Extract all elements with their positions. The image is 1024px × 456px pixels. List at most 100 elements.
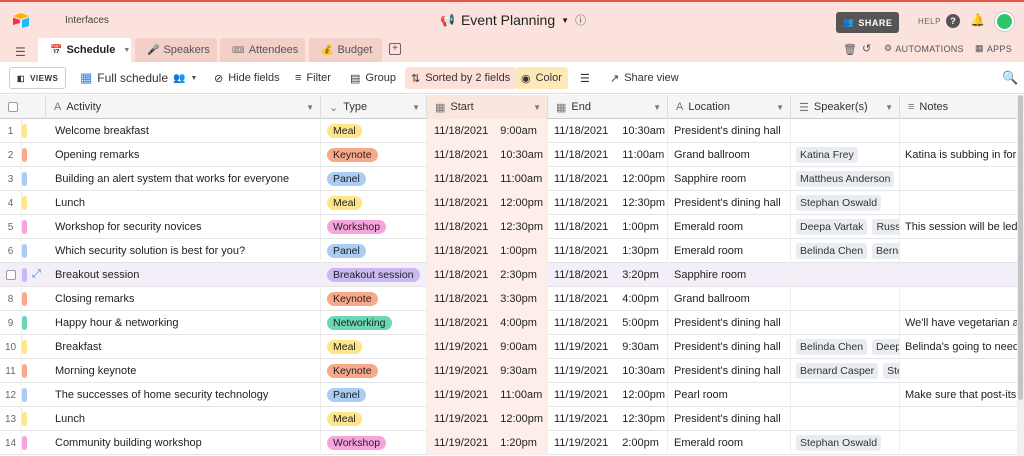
notes-cell[interactable] (900, 431, 1024, 455)
notes-cell[interactable]: We'll have vegetarian and p (900, 311, 1024, 335)
end-cell[interactable]: 11/19/2021 10:30am (548, 359, 668, 383)
speakers-cell[interactable]: Mattheus Anderson (791, 167, 900, 191)
table-row[interactable]: 11 Morning keynote Keynote 11/19/2021 9:… (0, 359, 1024, 383)
type-cell[interactable]: Workshop (321, 431, 427, 455)
start-cell[interactable]: 11/19/2021 11:00am (427, 383, 548, 407)
info-icon[interactable]: ⓘ (575, 12, 586, 28)
speaker-chip[interactable]: Bernard (872, 243, 899, 259)
speakers-cell[interactable] (791, 263, 900, 287)
notes-cell[interactable] (900, 359, 1024, 383)
notes-cell[interactable] (900, 167, 1024, 191)
end-cell[interactable]: 11/19/2021 2:00pm (548, 431, 668, 455)
notes-cell[interactable]: Belinda's going to need a p (900, 335, 1024, 359)
type-cell[interactable]: Meal (321, 335, 427, 359)
row-height-button[interactable]: ☰ (574, 67, 596, 89)
vertical-scrollbar[interactable] (1017, 95, 1024, 456)
add-table-button[interactable]: + (389, 43, 401, 55)
type-cell[interactable]: Panel (321, 167, 427, 191)
speaker-chip[interactable]: Stephan Oswald (796, 435, 882, 451)
location-cell[interactable]: President's dining hall (668, 359, 791, 383)
notes-cell[interactable] (900, 239, 1024, 263)
type-cell[interactable]: Panel (321, 383, 427, 407)
speakers-cell[interactable] (791, 287, 900, 311)
filter-button[interactable]: ≡ Filter (289, 67, 337, 89)
activity-cell[interactable]: Lunch (46, 407, 321, 431)
table-row[interactable]: 12 The successes of home security techno… (0, 383, 1024, 407)
activity-cell[interactable]: Morning keynote (46, 359, 321, 383)
activity-cell[interactable]: Happy hour & networking (46, 311, 321, 335)
location-cell[interactable]: President's dining hall (668, 191, 791, 215)
base-title[interactable]: 📢 Event Planning ▼ ⓘ (440, 12, 586, 28)
type-cell[interactable]: Networking (321, 311, 427, 335)
location-cell[interactable]: Grand ballroom (668, 287, 791, 311)
speakers-cell[interactable] (791, 407, 900, 431)
type-cell[interactable]: Workshop (321, 215, 427, 239)
end-cell[interactable]: 11/19/2021 9:30am (548, 335, 668, 359)
share-button[interactable]: 👥 SHARE (836, 12, 899, 33)
activity-cell[interactable]: Lunch (46, 191, 321, 215)
activity-cell[interactable]: The successes of home security technolog… (46, 383, 321, 407)
activity-cell[interactable]: Building an alert system that works for … (46, 167, 321, 191)
column-header-speakers[interactable]: ☰ Speaker(s) ▼ (791, 95, 900, 119)
table-row[interactable]: 6 Which security solution is best for yo… (0, 239, 1024, 263)
help-link[interactable]: HELP (918, 17, 941, 26)
start-cell[interactable]: 11/19/2021 9:30am (427, 359, 548, 383)
speakers-cell[interactable]: Bernard CasperStepha (791, 359, 900, 383)
chevron-down-icon[interactable]: ▼ (412, 103, 420, 112)
end-cell[interactable]: 11/18/2021 3:20pm (548, 263, 668, 287)
end-cell[interactable]: 11/18/2021 10:30am (548, 119, 668, 143)
start-cell[interactable]: 11/18/2021 3:30pm (427, 287, 548, 311)
end-cell[interactable]: 11/19/2021 12:00pm (548, 383, 668, 407)
speaker-chip[interactable]: Deepa Vartak (796, 219, 868, 235)
table-row[interactable]: 10 Breakfast Meal 11/19/2021 9:00am 11/1… (0, 335, 1024, 359)
speakers-cell[interactable] (791, 383, 900, 407)
tab-schedule[interactable]: 📅 Schedule ▼ (38, 38, 131, 62)
notes-cell[interactable]: Katina is subbing in for Russ (900, 143, 1024, 167)
column-header-notes[interactable]: ≡ Notes (900, 95, 1024, 119)
hide-fields-button[interactable]: ⊘ Hide fields (208, 67, 286, 89)
location-cell[interactable]: Sapphire room (668, 263, 791, 287)
activity-cell[interactable]: Breakout session (46, 263, 321, 287)
history-icon[interactable]: ↺ (862, 42, 871, 55)
type-cell[interactable]: Panel (321, 239, 427, 263)
end-cell[interactable]: 11/18/2021 1:00pm (548, 215, 668, 239)
view-switcher[interactable]: ▦ Full schedule 👥 ▼ (74, 67, 203, 89)
speaker-chip[interactable]: Belinda Chen (796, 339, 868, 355)
location-cell[interactable]: President's dining hall (668, 335, 791, 359)
table-row[interactable]: 13 Lunch Meal 11/19/2021 12:00pm 11/19/2… (0, 407, 1024, 431)
speakers-cell[interactable]: Belinda ChenBernard (791, 239, 900, 263)
speaker-chip[interactable]: Belinda Chen (796, 243, 868, 259)
start-cell[interactable]: 11/19/2021 12:00pm (427, 407, 548, 431)
notes-cell[interactable] (900, 263, 1024, 287)
row-checkbox[interactable] (5, 270, 16, 280)
group-button[interactable]: ▤ Group (344, 67, 402, 89)
table-row[interactable]: 9 Happy hour & networking Networking 11/… (0, 311, 1024, 335)
type-cell[interactable]: Keynote (321, 359, 427, 383)
location-cell[interactable]: President's dining hall (668, 311, 791, 335)
table-row[interactable]: 1 Welcome breakfast Meal 11/18/2021 9:00… (0, 119, 1024, 143)
type-cell[interactable]: Meal (321, 191, 427, 215)
apps-button[interactable]: ▦ APPS (975, 43, 1012, 54)
interfaces-link[interactable]: Interfaces (65, 15, 109, 26)
tab-budget[interactable]: 💰 Budget (309, 38, 382, 62)
speaker-chip[interactable]: Stephan Oswald (796, 195, 882, 211)
hamburger-menu-icon[interactable]: ☰ (15, 45, 26, 59)
notes-cell[interactable] (900, 287, 1024, 311)
type-cell[interactable]: Meal (321, 119, 427, 143)
start-cell[interactable]: 11/18/2021 4:00pm (427, 311, 548, 335)
color-button[interactable]: ◉ Color (515, 67, 568, 89)
activity-cell[interactable]: Welcome breakfast (46, 119, 321, 143)
user-avatar[interactable] (995, 12, 1014, 31)
start-cell[interactable]: 11/19/2021 9:00am (427, 335, 548, 359)
notes-cell[interactable]: Make sure that post-its are (900, 383, 1024, 407)
speakers-cell[interactable]: Stephan Oswald (791, 431, 900, 455)
chevron-down-icon[interactable]: ▼ (123, 47, 130, 54)
column-header-end[interactable]: ▦ End ▼ (548, 95, 668, 119)
automations-button[interactable]: ⚙ AUTOMATIONS (884, 43, 964, 54)
chevron-down-icon[interactable]: ▼ (776, 103, 784, 112)
views-toggle-button[interactable]: ◧ VIEWS (9, 67, 67, 89)
activity-cell[interactable]: Workshop for security novices (46, 215, 321, 239)
chevron-down-icon[interactable]: ▼ (306, 103, 314, 112)
speaker-chip[interactable]: Deepa V (872, 339, 899, 355)
table-row[interactable]: 5 Workshop for security novices Workshop… (0, 215, 1024, 239)
